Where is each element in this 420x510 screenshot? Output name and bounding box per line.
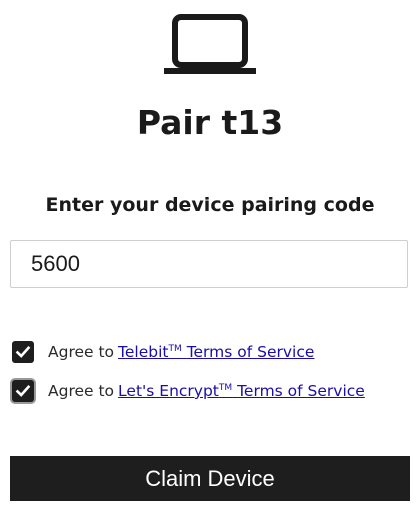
trademark-mark: TM — [168, 343, 182, 354]
letsencrypt-terms-checkbox[interactable] — [12, 380, 34, 402]
agree-prefix: Agree to — [48, 343, 115, 361]
telebit-terms-checkbox[interactable] — [12, 341, 34, 363]
link-brand: Let's Encrypt — [118, 382, 219, 400]
trademark-mark: TM — [218, 382, 233, 393]
link-brand: Telebit — [118, 343, 169, 361]
checkmark-icon — [15, 384, 31, 397]
pairing-code-input[interactable] — [10, 240, 408, 288]
checkmark-icon — [15, 345, 31, 358]
agree-prefix: Agree to — [48, 382, 115, 400]
telebit-terms-row: Agree to TelebitTM Terms of Service — [12, 340, 314, 364]
pairing-code-prompt: Enter your device pairing code — [45, 194, 375, 216]
link-suffix: Terms of Service — [186, 343, 315, 361]
pairing-page: Pair t13 Enter your device pairing code … — [0, 0, 420, 510]
letsencrypt-terms-link[interactable]: Let's EncryptTM Terms of Service — [118, 382, 365, 400]
page-title: Pair t13 — [136, 103, 284, 142]
claim-device-button[interactable]: Claim Device — [10, 456, 410, 501]
laptop-icon — [164, 14, 256, 74]
telebit-terms-link[interactable]: TelebitTM Terms of Service — [118, 343, 314, 361]
link-suffix: Terms of Service — [237, 382, 365, 400]
letsencrypt-terms-row: Agree to Let's EncryptTM Terms of Servic… — [12, 379, 365, 403]
